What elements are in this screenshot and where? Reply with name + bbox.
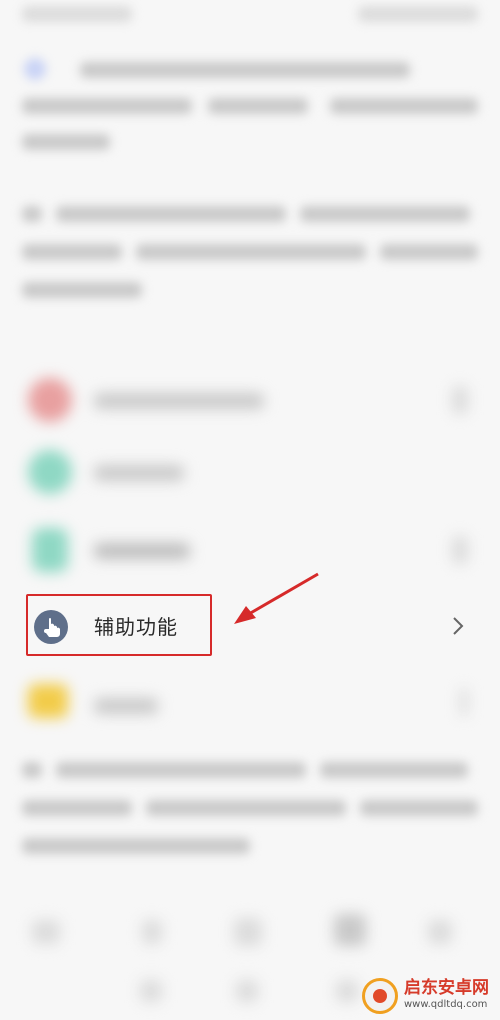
list-item[interactable] <box>22 670 478 734</box>
info-icon <box>24 58 46 80</box>
list-item[interactable] <box>22 440 478 504</box>
list-item-icon <box>28 450 72 494</box>
list-item[interactable] <box>22 368 478 432</box>
watermark: 启东安卓网 www.qdltdq.com <box>362 978 492 1014</box>
list-item-icon <box>28 684 68 718</box>
toolbar-icon[interactable] <box>32 920 60 944</box>
toolbar-icon[interactable] <box>334 914 366 946</box>
toolbar-icon[interactable] <box>428 920 452 944</box>
list-item-icon <box>32 528 68 572</box>
watermark-logo-icon <box>362 978 398 1014</box>
watermark-title: 启东安卓网 <box>404 978 489 998</box>
toolbar-icon[interactable] <box>236 980 258 1002</box>
status-time <box>22 6 132 22</box>
chevron-right-icon <box>453 617 464 635</box>
accessibility-label: 辅助功能 <box>94 615 178 639</box>
toolbar-icon[interactable] <box>140 980 162 1002</box>
status-icons <box>358 6 478 22</box>
annotation-arrow-icon <box>234 572 319 624</box>
toolbar-icon[interactable] <box>142 920 162 944</box>
watermark-url: www.qdltdq.com <box>404 999 488 1010</box>
list-item-icon <box>28 378 72 422</box>
hand-pointer-icon <box>34 610 68 644</box>
toolbar-icon[interactable] <box>234 918 262 946</box>
toolbar-icon[interactable] <box>336 980 358 1002</box>
